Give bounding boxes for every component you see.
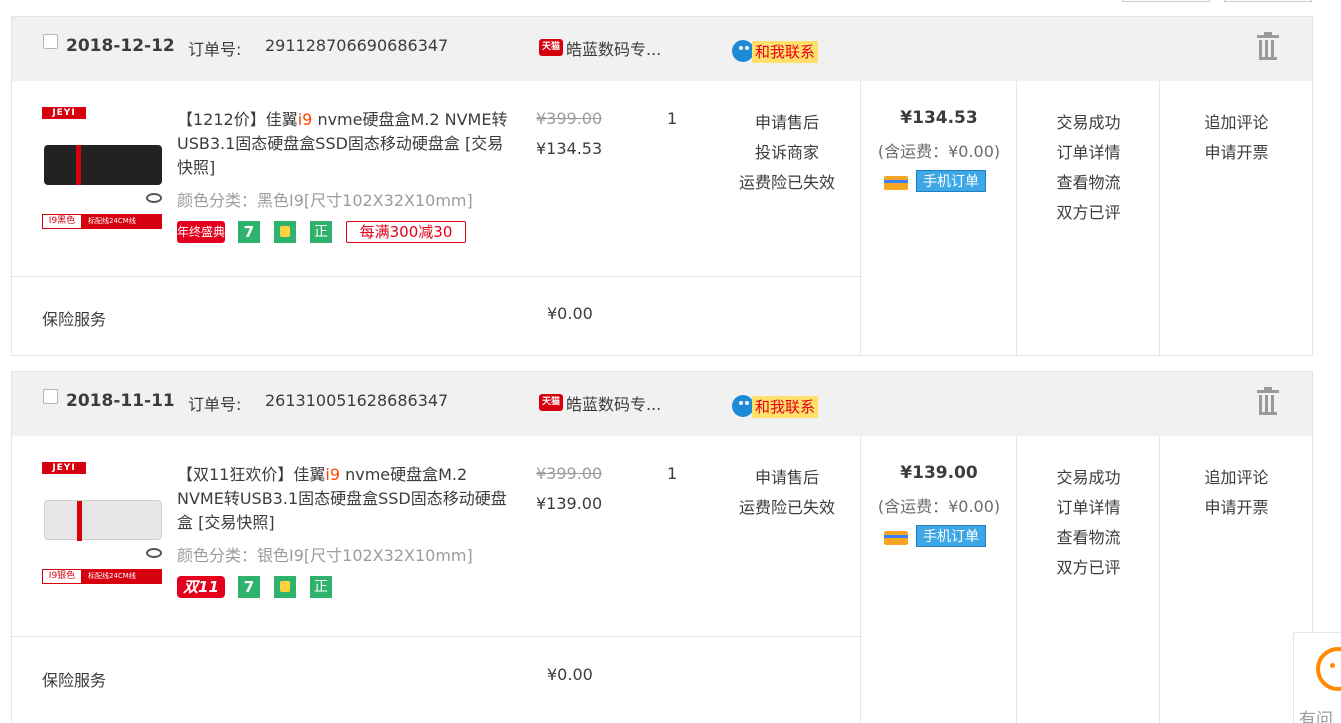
order-total: ¥139.00 — [900, 463, 978, 483]
order-body: JEYI I9黑色 标配线24CM线 【1212价】佳翼i9 nvme硬盘盒M.… — [12, 81, 1312, 356]
view-logistics-link[interactable]: 查看物流 — [1017, 168, 1160, 198]
shipping-fee: (含运费：¥0.00) — [877, 142, 1001, 161]
order-number: 261310051628686347 — [265, 391, 449, 410]
shipping-insurance-status: 运费险已失效 — [738, 173, 835, 192]
order-status-column: 交易成功 订单详情 查看物流 双方已评 — [1016, 436, 1159, 723]
after-sale-links: 申请售后 投诉商家 运费险已失效 — [717, 108, 857, 198]
mobile-order-label: 手机订单 — [916, 525, 986, 547]
reviewed-status: 双方已评 — [1056, 558, 1121, 577]
year-end-badge[interactable]: 年终盛典 — [177, 221, 225, 243]
apply-after-sale-link[interactable]: 申请售后 — [717, 108, 857, 138]
order-date: 2018-12-12 — [66, 36, 175, 56]
view-logistics-link[interactable]: 查看物流 — [1017, 523, 1160, 553]
apply-invoice-link[interactable]: 申请开票 — [1160, 138, 1313, 168]
genuine-icon[interactable]: 正 — [310, 221, 332, 243]
top-button-right[interactable] — [1224, 0, 1312, 2]
order-header: 2018-12-12 订单号: 291128706690686347 天猫 皓蓝… — [12, 17, 1312, 81]
seven-day-return-icon[interactable]: 7 — [238, 221, 260, 243]
thumb-tag: I9黑色 标配线24CM线 — [42, 214, 162, 229]
order-ops-column: 追加评论 申请开票 — [1159, 436, 1312, 723]
thumb-brand-logo: JEYI — [42, 107, 86, 119]
order-card: 2018-11-11 订单号: 261310051628686347 天猫 皓蓝… — [11, 371, 1313, 723]
order-header: 2018-11-11 订单号: 261310051628686347 天猫 皓蓝… — [12, 372, 1312, 436]
apply-invoice-link[interactable]: 申请开票 — [1160, 493, 1313, 523]
insurance-row: 保险服务 ¥0.00 — [12, 636, 860, 723]
insurance-row: 保险服务 ¥0.00 — [12, 276, 860, 356]
thumb-brand-logo: JEYI — [42, 462, 86, 474]
append-review-link[interactable]: 追加评论 — [1160, 463, 1313, 493]
card-icon — [884, 176, 908, 190]
thumb-cable-image — [146, 193, 162, 203]
order-checkbox[interactable] — [43, 389, 58, 404]
shopping-bag-icon[interactable] — [274, 221, 296, 243]
order-total-column: ¥139.00 (含运费：¥0.00) 手机订单 — [860, 436, 1016, 723]
order-ops-column: 追加评论 申请开票 — [1159, 81, 1312, 356]
seven-day-return-icon[interactable]: 7 — [238, 576, 260, 598]
quantity: 1 — [667, 464, 678, 483]
order-body: JEYI I9银色 标配线24CM线 【双11狂欢价】佳翼i9 nvme硬盘盒M… — [12, 436, 1312, 723]
trash-icon[interactable] — [1257, 387, 1279, 416]
shipping-insurance-status: 运费险已失效 — [738, 498, 835, 517]
order-checkbox[interactable] — [43, 34, 58, 49]
order-date: 2018-11-11 — [66, 391, 175, 411]
shopping-bag-icon[interactable] — [274, 576, 296, 598]
mobile-order-label: 手机订单 — [916, 170, 986, 192]
customer-helper-widget[interactable]: 有问 — [1293, 632, 1341, 723]
product-sku: 颜色分类：黑色I9[尺寸102X32X10mm] — [177, 191, 473, 210]
helper-label: 有问 — [1299, 710, 1333, 723]
order-card: 2018-12-12 订单号: 291128706690686347 天猫 皓蓝… — [11, 16, 1313, 356]
genuine-icon[interactable]: 正 — [310, 576, 332, 598]
product-title-link[interactable]: 【双11狂欢价】佳翼i9 nvme硬盘盒M.2 NVME转USB3.1固态硬盘盒… — [177, 463, 512, 535]
chat-bubble-icon — [732, 40, 754, 62]
contact-seller-label: 和我联系 — [752, 41, 819, 63]
original-price: ¥399.00 — [536, 109, 603, 128]
insurance-label: 保险服务 — [42, 671, 107, 690]
apply-after-sale-link[interactable]: 申请售后 — [717, 463, 857, 493]
quantity: 1 — [667, 109, 678, 128]
status-text: 交易成功 — [1056, 113, 1121, 132]
unit-price: ¥134.53 — [536, 139, 603, 158]
complain-seller-link[interactable]: 投诉商家 — [717, 138, 857, 168]
order-detail-link[interactable]: 订单详情 — [1017, 138, 1160, 168]
insurance-price: ¥0.00 — [547, 304, 593, 323]
smiley-face-icon — [1316, 647, 1341, 691]
card-icon — [884, 531, 908, 545]
insurance-price: ¥0.00 — [547, 665, 593, 684]
reviewed-status: 双方已评 — [1056, 203, 1121, 222]
insurance-label: 保险服务 — [42, 310, 107, 329]
product-sku: 颜色分类：银色I9[尺寸102X32X10mm] — [177, 546, 473, 565]
after-sale-links: 申请售后 运费险已失效 — [717, 463, 857, 523]
top-button-left[interactable] — [1122, 0, 1210, 2]
thumb-device-image — [44, 145, 162, 185]
order-number-label: 订单号: — [188, 395, 242, 414]
tmall-icon: 天猫 — [539, 39, 563, 56]
order-status-column: 交易成功 订单详情 查看物流 双方已评 — [1016, 81, 1159, 356]
order-total-column: ¥134.53 (含运费：¥0.00) 手机订单 — [860, 81, 1016, 356]
thumb-device-image — [44, 500, 162, 541]
order-detail-link[interactable]: 订单详情 — [1017, 493, 1160, 523]
append-review-link[interactable]: 追加评论 — [1160, 108, 1313, 138]
order-number: 291128706690686347 — [265, 36, 449, 55]
trash-icon[interactable] — [1257, 32, 1279, 61]
product-title-link[interactable]: 【1212价】佳翼i9 nvme硬盘盒M.2 NVME转USB3.1固态硬盘盒S… — [177, 108, 512, 180]
order-number-label: 订单号: — [188, 40, 242, 59]
product-thumbnail[interactable]: JEYI I9黑色 标配线24CM线 — [42, 107, 164, 229]
thumb-cable-image — [146, 548, 162, 558]
thumb-tag: I9银色 标配线24CM线 — [42, 569, 162, 584]
unit-price: ¥139.00 — [536, 494, 603, 513]
double-11-badge[interactable]: 双11 — [177, 576, 225, 598]
original-price: ¥399.00 — [536, 464, 603, 483]
status-text: 交易成功 — [1056, 468, 1121, 487]
shop-name-link[interactable]: 皓蓝数码专... — [566, 36, 661, 60]
contact-seller-label: 和我联系 — [752, 396, 819, 418]
tmall-icon: 天猫 — [539, 394, 563, 411]
discount-badge[interactable]: 每满300减30 — [346, 221, 466, 243]
shipping-fee: (含运费：¥0.00) — [877, 497, 1001, 516]
product-thumbnail[interactable]: JEYI I9银色 标配线24CM线 — [42, 462, 164, 584]
order-total: ¥134.53 — [900, 108, 978, 128]
shop-name-link[interactable]: 皓蓝数码专... — [566, 391, 661, 415]
chat-bubble-icon — [732, 395, 754, 417]
